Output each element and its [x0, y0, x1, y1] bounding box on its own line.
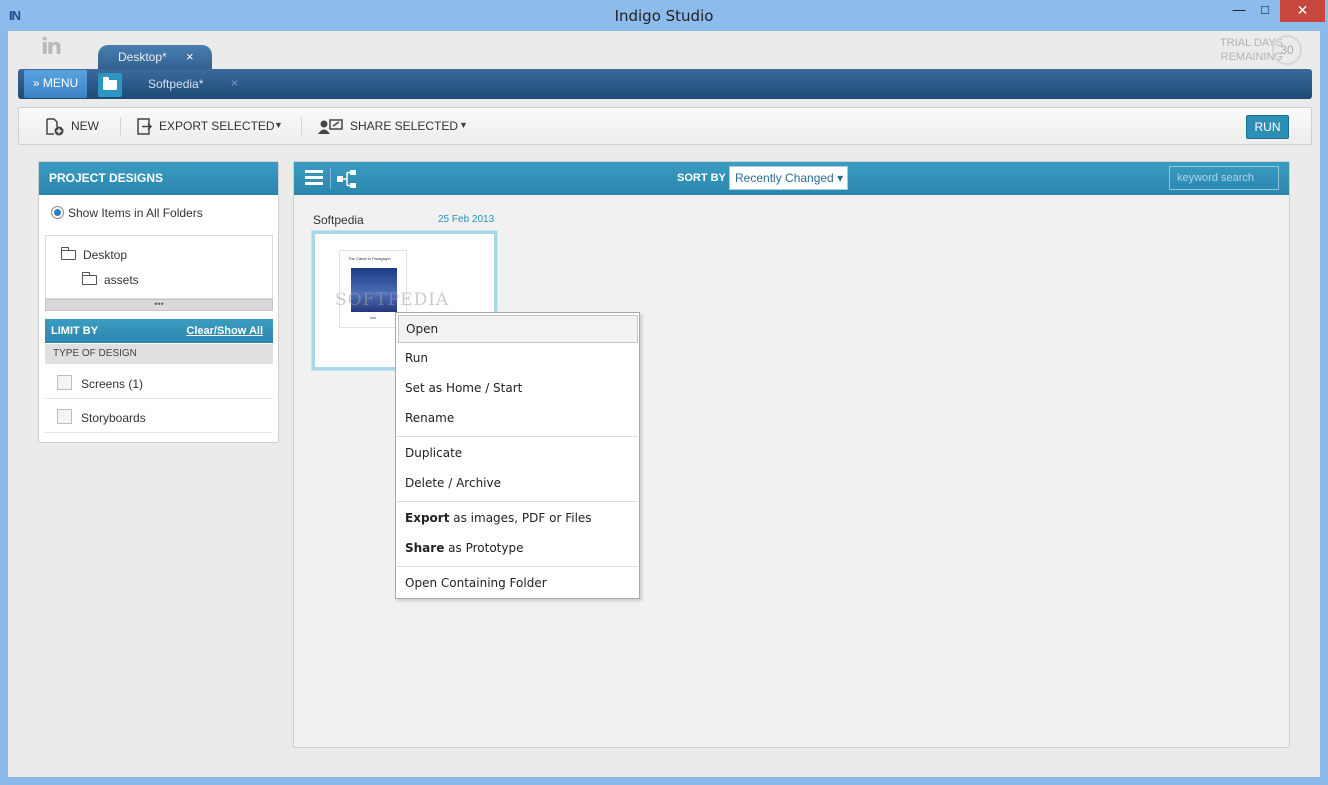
design-card-name: Softpedia: [313, 213, 364, 227]
tab-desktop-close-icon[interactable]: ×: [186, 49, 194, 64]
thumbnail-title: The Cabal to Paragraph: [348, 256, 391, 261]
tree-item-desktop[interactable]: Desktop: [60, 247, 128, 262]
header-divider: [330, 168, 331, 189]
share-dropdown-icon[interactable]: ▼: [459, 120, 468, 130]
tab-desktop-label: Desktop*: [118, 50, 167, 64]
ctx-export-bold: Export: [405, 511, 450, 525]
toolbar: NEW EXPORT SELECTED ▼ SHARE SELECTED ▼ R…: [18, 107, 1312, 145]
trial-line-1: TRIAL DAYS: [1220, 37, 1283, 49]
thumbnail-link: link: [370, 315, 377, 320]
tree-resize-handle[interactable]: •••: [45, 299, 273, 311]
export-dropdown-icon[interactable]: ▼: [274, 120, 283, 130]
ctx-duplicate[interactable]: Duplicate: [396, 439, 639, 467]
sort-by-select[interactable]: Recently Changed ▾: [729, 166, 848, 190]
filter-screens[interactable]: Screens (1): [45, 365, 273, 399]
toolbar-divider: [301, 117, 302, 137]
limit-by-label: LIMIT BY: [51, 325, 99, 337]
ctx-share[interactable]: Share as Prototype: [396, 534, 639, 562]
keyword-search-input[interactable]: [1169, 166, 1279, 190]
tree-item-label: assets: [104, 273, 139, 287]
export-selected-button[interactable]: EXPORT SELECTED: [137, 118, 275, 136]
watermark: SOFTPEDIA: [335, 290, 450, 310]
new-button[interactable]: NEW: [45, 118, 99, 136]
new-label: NEW: [71, 119, 99, 134]
new-document-icon: [46, 118, 64, 136]
list-view-icon[interactable]: [305, 170, 323, 186]
type-of-design-header: TYPE OF DESIGN: [45, 344, 273, 364]
checkbox[interactable]: [57, 375, 72, 390]
limit-by-header: LIMIT BY Clear/Show All: [45, 319, 273, 343]
ctx-export[interactable]: Export as images, PDF or Files: [396, 504, 639, 532]
share-icon: [318, 119, 343, 134]
storyboard-view-icon[interactable]: [336, 169, 358, 189]
export-selected-label: EXPORT SELECTED: [159, 119, 275, 134]
project-designs-header: PROJECT DESIGNS: [39, 162, 278, 195]
clear-show-all-link[interactable]: Clear/Show All: [186, 319, 263, 343]
show-all-folders-option[interactable]: Show Items in All Folders: [51, 206, 203, 220]
maximize-button[interactable]: □: [1251, 0, 1279, 22]
folder-open-icon: [60, 247, 76, 260]
ctx-share-bold: Share: [405, 541, 445, 555]
folder-open-icon: [81, 272, 97, 285]
ctx-open-containing-folder[interactable]: Open Containing Folder: [396, 569, 639, 597]
trial-days-label: TRIAL DAYS REMAINING: [1188, 36, 1283, 64]
filter-label: Storyboards: [81, 411, 146, 425]
folder-tree: Desktop assets: [45, 235, 273, 299]
nav-bar: » MENU Softpedia* ×: [18, 69, 1312, 99]
ctx-run[interactable]: Run: [396, 344, 639, 372]
tree-item-assets[interactable]: assets: [81, 272, 139, 287]
ctx-set-home[interactable]: Set as Home / Start: [396, 374, 639, 402]
radio-selected-icon[interactable]: [51, 206, 64, 219]
share-selected-button[interactable]: SHARE SELECTED: [318, 118, 458, 136]
menu-divider: [397, 566, 638, 567]
export-icon: [137, 118, 153, 135]
tab-softpedia-close-icon[interactable]: ×: [231, 76, 238, 90]
folder-button[interactable]: [98, 73, 122, 97]
trial-days-count: 30: [1272, 35, 1302, 65]
sort-by-label: SORT BY: [677, 172, 726, 184]
ctx-rename[interactable]: Rename: [396, 404, 639, 432]
menu-button[interactable]: » MENU: [24, 70, 87, 98]
run-button[interactable]: RUN: [1246, 115, 1289, 139]
ctx-share-rest: as Prototype: [444, 541, 524, 555]
project-designs-panel: PROJECT DESIGNS Show Items in All Folder…: [38, 161, 279, 443]
designs-header: SORT BY Recently Changed ▾: [294, 162, 1289, 195]
window-title: Indigo Studio: [614, 7, 714, 25]
tab-softpedia[interactable]: Softpedia*: [148, 77, 203, 91]
trial-line-2: REMAINING: [1220, 51, 1283, 63]
app-frame: in TRIAL DAYS REMAINING 30 Desktop* × » …: [8, 31, 1320, 777]
minimize-button[interactable]: —: [1225, 0, 1253, 22]
filter-label: Screens (1): [81, 377, 144, 391]
checkbox[interactable]: [57, 409, 72, 424]
show-all-folders-label: Show Items in All Folders: [68, 206, 203, 220]
share-selected-label: SHARE SELECTED: [350, 119, 459, 134]
menu-divider: [397, 436, 638, 437]
menu-divider: [397, 501, 638, 502]
folder-icon: [103, 77, 117, 90]
toolbar-divider: [120, 117, 121, 137]
tab-desktop[interactable]: Desktop* ×: [98, 45, 212, 71]
indigo-logo: in: [41, 35, 62, 60]
ctx-open[interactable]: Open: [398, 315, 638, 343]
design-card-date: 25 Feb 2013: [438, 214, 495, 225]
filter-storyboards[interactable]: Storyboards: [45, 399, 273, 433]
ctx-delete-archive[interactable]: Delete / Archive: [396, 469, 639, 497]
context-menu: Open Run Set as Home / Start Rename Dupl…: [395, 312, 640, 599]
close-button[interactable]: ✕: [1280, 0, 1325, 22]
tree-item-label: Desktop: [83, 248, 128, 262]
window-titlebar: IN Indigo Studio — □ ✕: [0, 0, 1328, 31]
ctx-export-rest: as images, PDF or Files: [449, 511, 592, 525]
